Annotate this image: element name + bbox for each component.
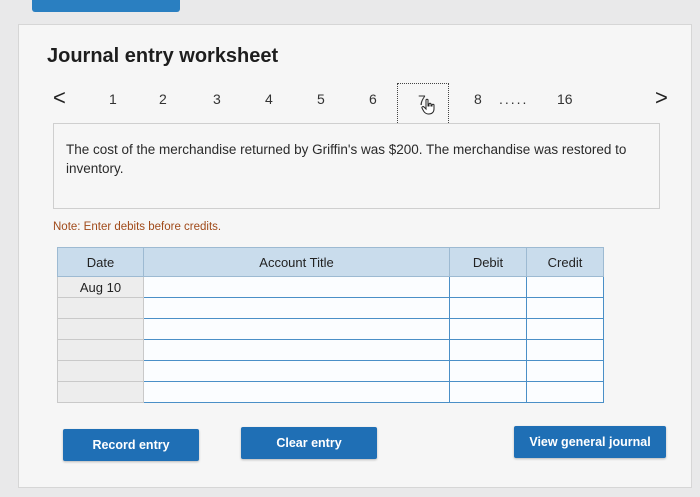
date-cell[interactable] bbox=[57, 339, 144, 361]
pager-ellipsis: ..... bbox=[499, 91, 529, 107]
page-link-1[interactable]: 1 bbox=[109, 91, 117, 107]
debit-input[interactable] bbox=[449, 297, 527, 319]
header-credit: Credit bbox=[526, 247, 604, 277]
date-cell[interactable] bbox=[57, 297, 144, 319]
debit-input[interactable] bbox=[449, 276, 527, 298]
debit-input[interactable] bbox=[449, 360, 527, 382]
worksheet-pager: < 1 2 3 4 5 6 7 8 ..... 16 > bbox=[19, 83, 691, 125]
table-header-row: Date Account Title Debit Credit bbox=[57, 247, 604, 277]
header-account-title: Account Title bbox=[143, 247, 450, 277]
account-title-input[interactable] bbox=[143, 297, 450, 319]
table-row bbox=[57, 297, 604, 319]
page-link-16[interactable]: 16 bbox=[557, 91, 573, 107]
date-cell[interactable] bbox=[57, 318, 144, 340]
header-date: Date bbox=[57, 247, 144, 277]
date-cell[interactable]: Aug 10 bbox=[57, 276, 144, 298]
credit-input[interactable] bbox=[526, 276, 604, 298]
hand-pointer-icon bbox=[421, 98, 435, 115]
record-entry-button[interactable]: Record entry bbox=[63, 429, 199, 461]
page-link-3[interactable]: 3 bbox=[213, 91, 221, 107]
journal-table: Date Account Title Debit Credit Aug 10 bbox=[57, 247, 604, 403]
account-title-input[interactable] bbox=[143, 381, 450, 403]
credit-input[interactable] bbox=[526, 339, 604, 361]
credit-input[interactable] bbox=[526, 360, 604, 382]
account-title-input[interactable] bbox=[143, 318, 450, 340]
account-title-input[interactable] bbox=[143, 276, 450, 298]
credit-input[interactable] bbox=[526, 297, 604, 319]
next-page-arrow[interactable]: > bbox=[655, 85, 668, 111]
page-link-8[interactable]: 8 bbox=[474, 91, 482, 107]
table-row bbox=[57, 339, 604, 361]
page-link-6[interactable]: 6 bbox=[369, 91, 377, 107]
top-tab-button[interactable] bbox=[32, 0, 180, 12]
clear-entry-button[interactable]: Clear entry bbox=[241, 427, 377, 459]
debit-input[interactable] bbox=[449, 381, 527, 403]
page-link-2[interactable]: 2 bbox=[159, 91, 167, 107]
view-general-journal-button[interactable]: View general journal bbox=[514, 426, 666, 458]
table-row: Aug 10 bbox=[57, 276, 604, 298]
date-cell[interactable] bbox=[57, 360, 144, 382]
credit-input[interactable] bbox=[526, 381, 604, 403]
table-row bbox=[57, 318, 604, 340]
header-debit: Debit bbox=[449, 247, 527, 277]
transaction-description: The cost of the merchandise returned by … bbox=[53, 123, 660, 209]
date-cell[interactable] bbox=[57, 381, 144, 403]
prev-page-arrow[interactable]: < bbox=[53, 85, 66, 111]
credit-input[interactable] bbox=[526, 318, 604, 340]
table-row bbox=[57, 360, 604, 382]
entry-note: Note: Enter debits before credits. bbox=[53, 221, 222, 233]
debit-input[interactable] bbox=[449, 339, 527, 361]
account-title-input[interactable] bbox=[143, 339, 450, 361]
page-title: Journal entry worksheet bbox=[47, 45, 279, 67]
debit-input[interactable] bbox=[449, 318, 527, 340]
table-row bbox=[57, 381, 604, 403]
page-link-5[interactable]: 5 bbox=[317, 91, 325, 107]
page-link-current[interactable]: 7 bbox=[397, 83, 449, 125]
account-title-input[interactable] bbox=[143, 360, 450, 382]
worksheet-panel: Journal entry worksheet < 1 2 3 4 5 6 7 … bbox=[18, 24, 692, 488]
page-link-4[interactable]: 4 bbox=[265, 91, 273, 107]
